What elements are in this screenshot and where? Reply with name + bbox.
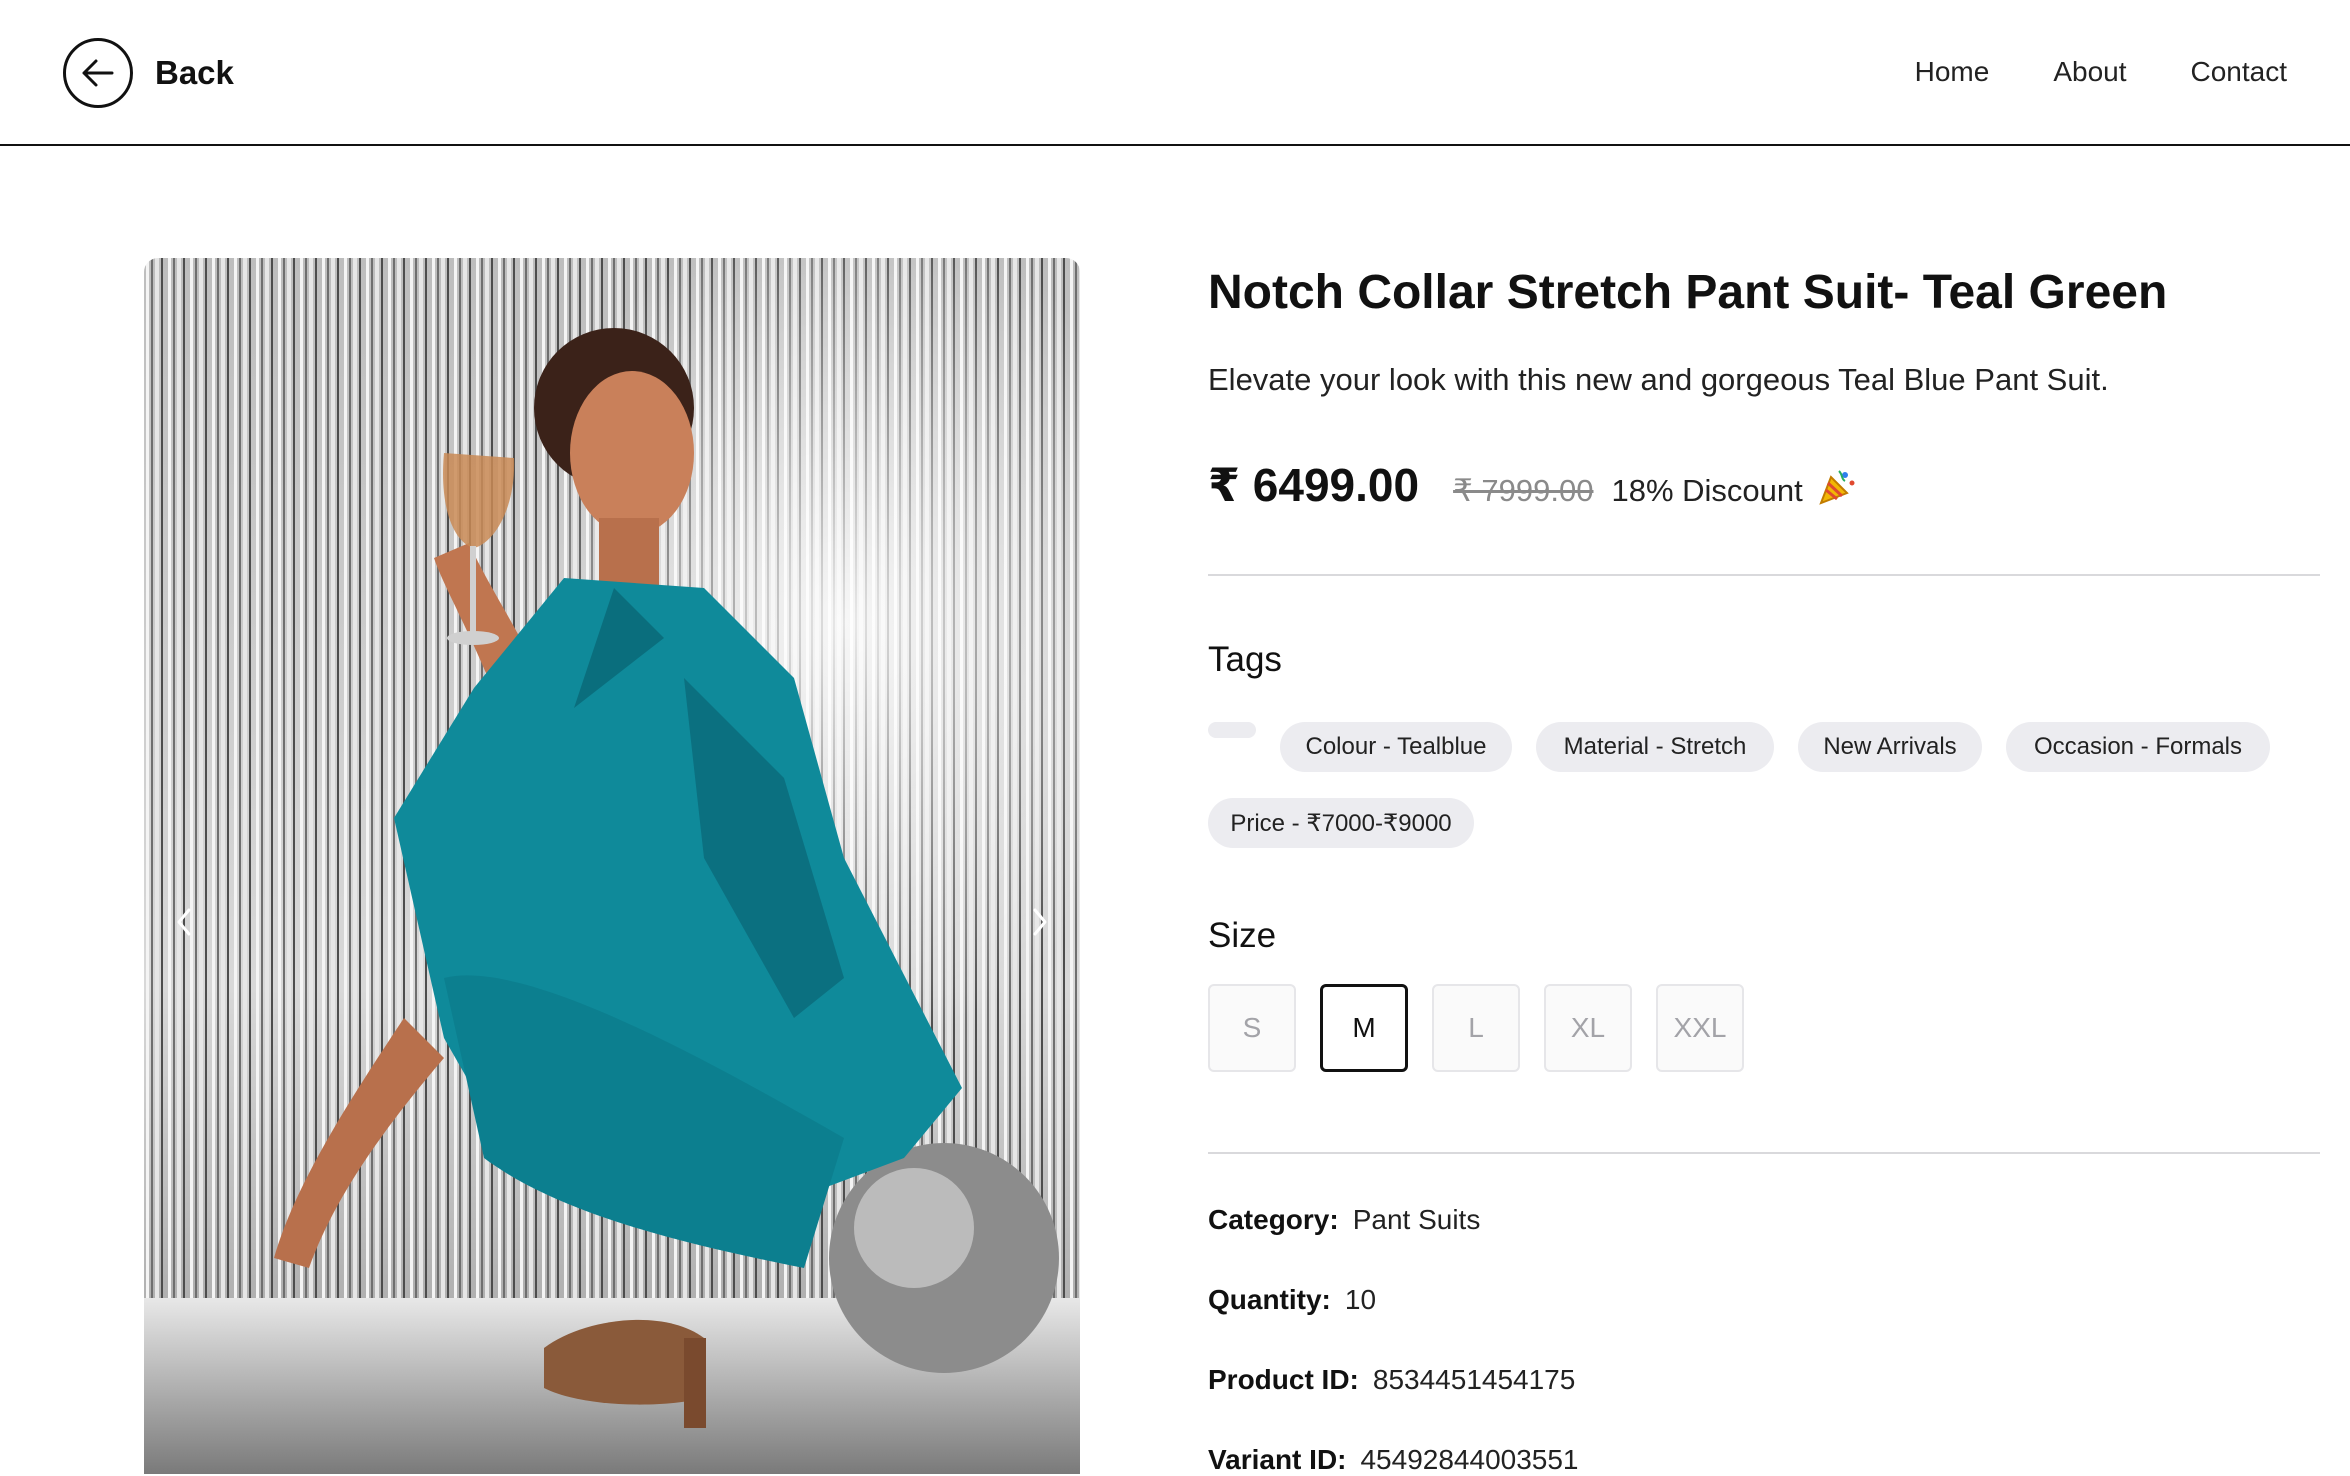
carousel-prev-button[interactable]	[164, 896, 204, 948]
product-photo	[144, 258, 1080, 1474]
tag-empty-chip[interactable]	[1208, 722, 1256, 738]
variant-id-value: 45492844003551	[1360, 1444, 1579, 1475]
tag-material[interactable]: Material - Stretch	[1536, 722, 1774, 772]
quantity-value: 10	[1344, 1284, 1377, 1315]
size-selector: S M L XL XXL	[1208, 984, 1744, 1072]
top-navbar: Back Home About Contact	[0, 0, 2350, 146]
product-details: Notch Collar Stretch Pant Suit- Teal Gre…	[1208, 258, 2320, 1475]
back-button[interactable]: Back	[63, 37, 234, 109]
divider	[1208, 574, 2320, 576]
main-nav: Home About Contact	[1915, 56, 2287, 88]
price-row: ₹ 6499.00 ₹ 7999.00 18% Discount	[1208, 458, 1857, 512]
chevron-right-icon	[1033, 908, 1047, 936]
divider	[1208, 1152, 2320, 1154]
product-title: Notch Collar Stretch Pant Suit- Teal Gre…	[1208, 266, 2168, 319]
size-option-s[interactable]: S	[1208, 984, 1296, 1072]
current-price: ₹ 6499.00	[1208, 459, 1420, 511]
product-id-row: Product ID: 8534451454175	[1208, 1364, 1575, 1396]
quantity-label: Quantity:	[1208, 1284, 1331, 1315]
size-option-xl[interactable]: XL	[1544, 984, 1632, 1072]
size-heading: Size	[1208, 916, 1277, 955]
nav-contact-link[interactable]: Contact	[2191, 56, 2288, 88]
size-option-l[interactable]: L	[1432, 984, 1520, 1072]
category-row: Category: Pant Suits	[1208, 1204, 1480, 1236]
variant-id-row: Variant ID: 45492844003551	[1208, 1444, 1579, 1476]
size-option-m[interactable]: M	[1320, 984, 1408, 1072]
tag-occasion[interactable]: Occasion - Formals	[2006, 722, 2270, 772]
back-label: Back	[155, 54, 234, 91]
nav-home-link[interactable]: Home	[1915, 56, 1990, 88]
tag-price-range[interactable]: Price - ₹7000-₹9000	[1208, 798, 1474, 848]
product-id-label: Product ID:	[1208, 1364, 1359, 1395]
tags-heading: Tags	[1208, 640, 1282, 679]
category-label: Category:	[1208, 1204, 1339, 1235]
original-price: ₹ 7999.00	[1453, 473, 1594, 508]
variant-id-label: Variant ID:	[1208, 1444, 1347, 1475]
tag-colour[interactable]: Colour - Tealblue	[1280, 722, 1512, 772]
product-image-carousel	[144, 258, 1080, 1474]
product-id-value: 8534451454175	[1372, 1364, 1576, 1395]
size-option-xxl[interactable]: XXL	[1656, 984, 1744, 1072]
category-value: Pant Suits	[1352, 1204, 1481, 1235]
discount-label: 18% Discount	[1611, 473, 1803, 508]
tag-new-arrivals[interactable]: New Arrivals	[1798, 722, 1982, 772]
arrow-left-icon	[63, 38, 133, 108]
nav-about-link[interactable]: About	[2053, 56, 2126, 88]
quantity-row: Quantity: 10	[1208, 1284, 1376, 1316]
party-popper-icon	[1815, 467, 1857, 507]
carousel-next-button[interactable]	[1020, 896, 1060, 948]
product-description: Elevate your look with this new and gorg…	[1208, 362, 2109, 397]
chevron-left-icon	[177, 908, 191, 936]
